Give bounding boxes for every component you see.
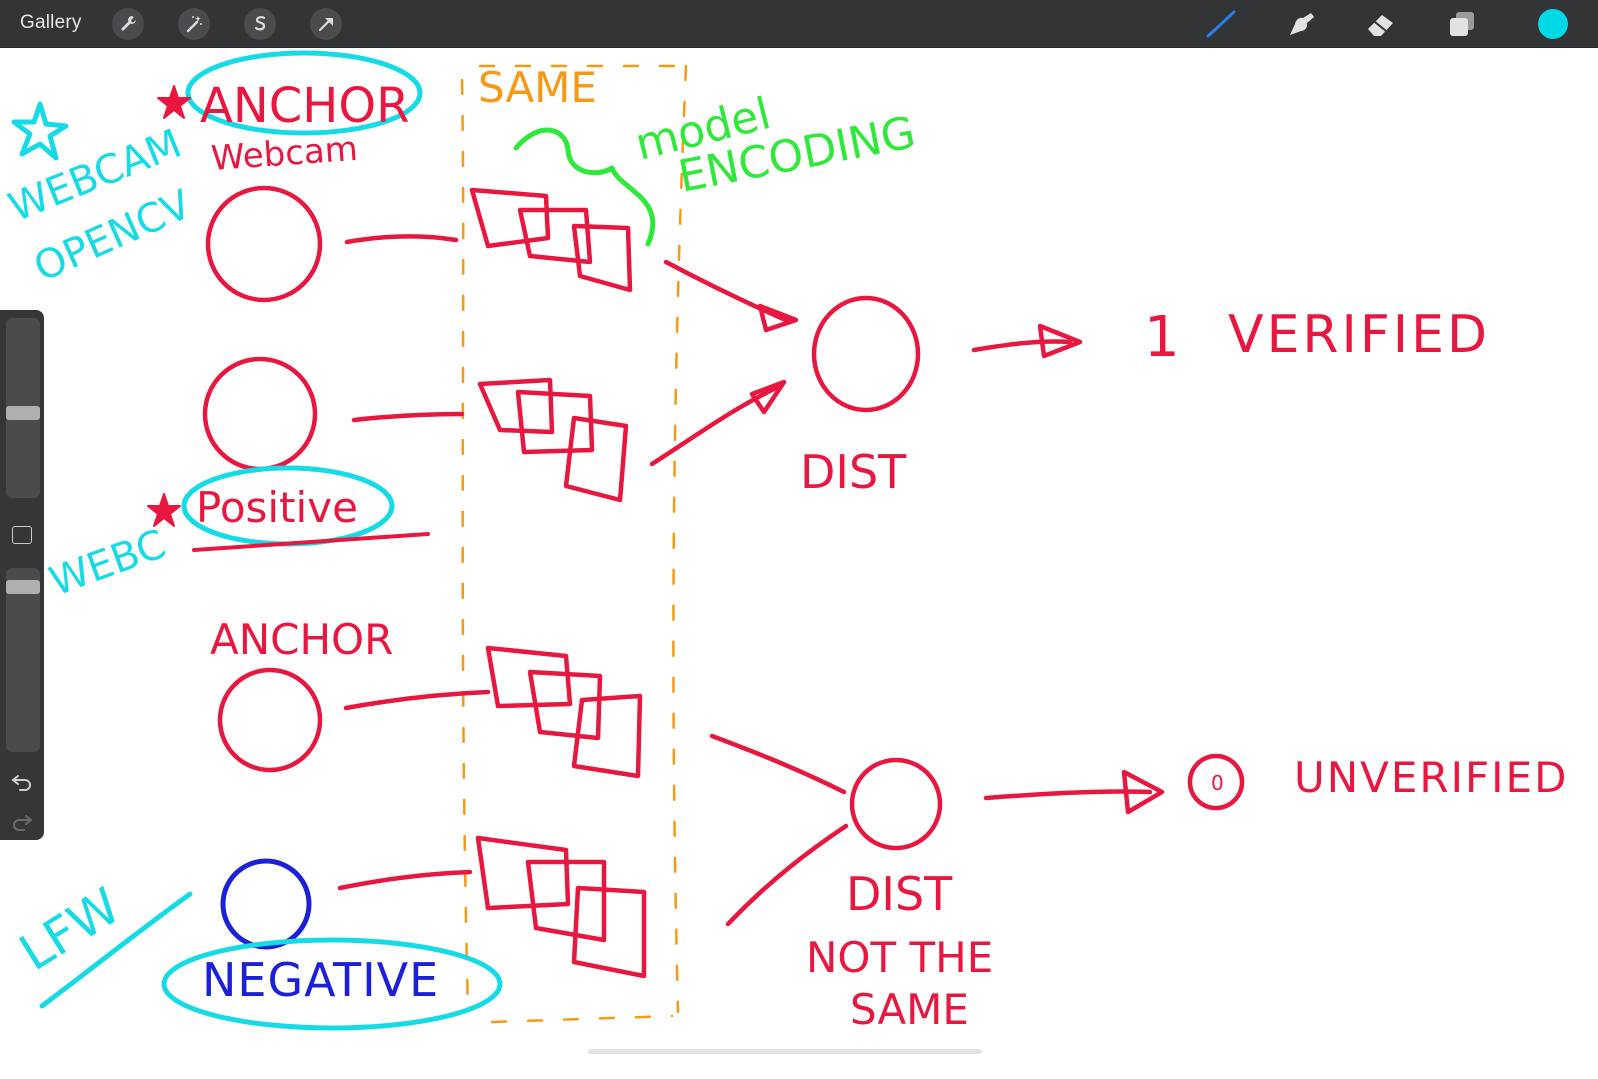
encoder-stack-4 [475, 835, 647, 979]
positive-label: Positive [196, 483, 358, 532]
color-picker-button[interactable] [1538, 9, 1568, 39]
lfw-label: LFW [10, 877, 131, 982]
smudge-icon [1290, 13, 1314, 35]
row-positive [202, 356, 787, 503]
encoder-stack-2 [477, 377, 629, 503]
left-sidebar [0, 310, 44, 840]
redo-icon[interactable] [10, 810, 34, 832]
selection-button[interactable] [244, 8, 276, 40]
distance-bottom-circle [849, 757, 943, 851]
row-anchor-top [205, 185, 799, 333]
brush-opacity-thumb[interactable] [6, 580, 40, 594]
webc-label: WEBC [44, 521, 172, 605]
wrench-button[interactable] [112, 8, 144, 40]
brush-button[interactable] [1204, 8, 1238, 40]
brush-icon [1206, 10, 1236, 38]
same-bottom-label: SAME [850, 985, 969, 1034]
gallery-button[interactable]: Gallery [20, 12, 82, 34]
negative-image-circle [220, 858, 312, 950]
brush-opacity-slider[interactable] [6, 568, 40, 752]
dist-top-label: DIST [800, 445, 907, 499]
transform-arrow-icon [318, 18, 333, 32]
dist-bottom-label: DIST [846, 867, 953, 921]
positive-image-circle [202, 356, 318, 472]
undo-icon[interactable] [10, 770, 34, 792]
transform-button[interactable] [310, 8, 342, 40]
anchor-image-circle [205, 185, 323, 303]
star-icon [147, 493, 181, 527]
same-label: SAME [478, 63, 597, 112]
encoder-stack-3 [485, 645, 643, 779]
modify-button[interactable] [12, 526, 32, 544]
distance-top-circle [811, 295, 921, 413]
drawing-canvas[interactable]: SAME model ENCODING ANCHOR Webcam WEBCAM… [0, 47, 1598, 1079]
top-toolbar: Gallery [0, 0, 1598, 48]
anchor-bottom-circle [217, 667, 323, 773]
magic-wand-icon [186, 16, 202, 33]
home-indicator [588, 1049, 982, 1054]
anchor-top-group: ANCHOR Webcam [157, 50, 423, 179]
brush-size-thumb[interactable] [6, 406, 40, 420]
one-label: 1 [1144, 305, 1180, 370]
wrench-icon [121, 16, 136, 31]
unverified-label: UNVERIFIED [1294, 753, 1568, 802]
verified-label: VERIFIED [1228, 305, 1490, 365]
distance-bottom-group [849, 753, 1245, 851]
selection-icon [254, 16, 266, 31]
cyan-star-icon [11, 101, 69, 161]
anchor-bottom-label: ANCHOR [210, 615, 393, 664]
eraser-button[interactable] [1364, 8, 1398, 40]
row-anchor-bottom [217, 645, 847, 795]
webcam-label: Webcam [210, 129, 359, 179]
negative-label: NEGATIVE [202, 953, 439, 1007]
zero-label: 0 [1211, 771, 1224, 795]
layers-button[interactable] [1444, 8, 1478, 40]
not-the-label: NOT THE [806, 933, 993, 982]
smudge-button[interactable] [1284, 8, 1318, 40]
brush-size-slider[interactable] [6, 318, 40, 498]
eraser-icon [1368, 15, 1393, 36]
distance-top-group [811, 295, 1083, 413]
anchor-top-label: ANCHOR [200, 78, 409, 134]
encoder-stack-1 [469, 187, 633, 293]
layers-icon [1450, 12, 1474, 36]
star-icon [157, 85, 191, 119]
magic-wand-button[interactable] [178, 8, 210, 40]
